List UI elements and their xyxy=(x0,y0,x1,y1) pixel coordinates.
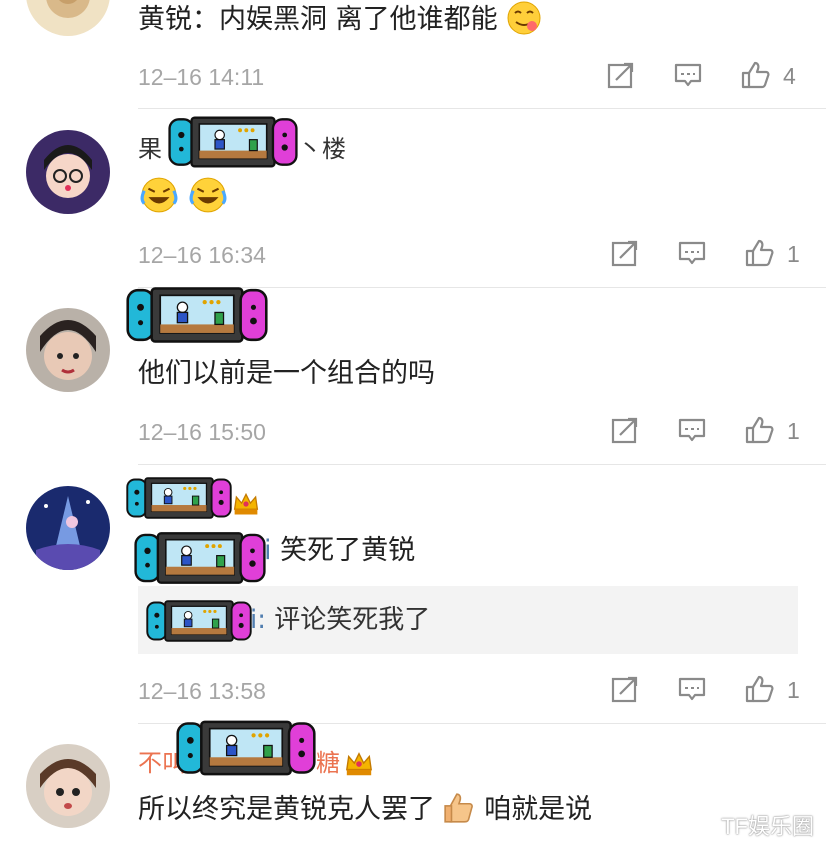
game-console-sticker xyxy=(168,116,298,168)
comment-icon[interactable] xyxy=(677,415,707,445)
divider xyxy=(138,108,826,109)
avatar[interactable] xyxy=(26,486,110,570)
thumbs-up-icon[interactable] xyxy=(744,415,774,445)
game-console-sticker xyxy=(126,477,232,519)
laughing-tears-icon xyxy=(140,176,178,214)
reply-mention[interactable]: i: xyxy=(250,605,266,635)
comment-icon[interactable] xyxy=(677,674,707,704)
game-console-sticker xyxy=(176,720,316,776)
username-suffix[interactable]: 丶楼 xyxy=(298,134,346,164)
like-count: 1 xyxy=(787,677,800,703)
crown-badge-icon xyxy=(233,493,259,516)
reply-mention[interactable]: i xyxy=(264,535,272,566)
laughing-tears-icon xyxy=(189,176,227,214)
thumbs-up-icon[interactable] xyxy=(744,238,774,268)
username-suffix[interactable]: 糖 xyxy=(316,748,340,778)
comment-text: 黄锐：内娱黑洞 离了他谁都能 xyxy=(138,1,542,38)
avatar[interactable] xyxy=(26,744,110,828)
comment-meta: 12–16 16:34 1 xyxy=(0,236,826,276)
comment-text: 所以终究是黄锐克人罢了 咱就是说 xyxy=(138,792,592,828)
like-count: 1 xyxy=(787,418,800,444)
timestamp: 12–16 15:50 xyxy=(138,419,266,445)
timestamp: 12–16 14:11 xyxy=(138,64,265,90)
emoji-row xyxy=(140,176,227,214)
like-count: 1 xyxy=(787,241,800,267)
comment-meta: 12–16 15:50 1 xyxy=(0,413,826,453)
quoted-text: i: 评论笑死我了 xyxy=(250,605,431,635)
share-icon[interactable] xyxy=(610,415,640,445)
comment-meta: 12–16 14:11 4 xyxy=(0,58,826,98)
comment-icon[interactable] xyxy=(673,60,703,90)
share-icon[interactable] xyxy=(610,674,640,704)
game-console-sticker xyxy=(146,600,252,642)
comment-icon[interactable] xyxy=(677,238,707,268)
like-count: 4 xyxy=(783,63,796,89)
comment-text: i 笑死了黄锐 xyxy=(264,535,416,566)
timestamp: 12–16 13:58 xyxy=(138,678,266,704)
timestamp: 12–16 16:34 xyxy=(138,242,266,268)
watermark: TF娱乐圈 xyxy=(721,814,814,839)
avatar[interactable] xyxy=(26,130,110,214)
game-console-sticker xyxy=(126,287,268,343)
comment-text: 他们以前是一个组合的吗 xyxy=(138,358,435,389)
avatar[interactable] xyxy=(26,308,110,392)
thumbs-up-icon[interactable] xyxy=(744,674,774,704)
comment-meta: 12–16 13:58 1 xyxy=(0,672,826,712)
share-icon[interactable] xyxy=(606,60,636,90)
username[interactable]: 果 xyxy=(138,134,162,164)
divider xyxy=(138,464,826,465)
thumbs-up-emoji-icon xyxy=(443,792,473,823)
share-icon[interactable] xyxy=(610,238,640,268)
crown-badge-icon xyxy=(346,752,372,776)
avatar[interactable] xyxy=(26,0,110,36)
game-console-sticker xyxy=(134,532,266,584)
drooling-face-icon xyxy=(507,1,541,34)
thumbs-up-icon[interactable] xyxy=(740,60,770,90)
